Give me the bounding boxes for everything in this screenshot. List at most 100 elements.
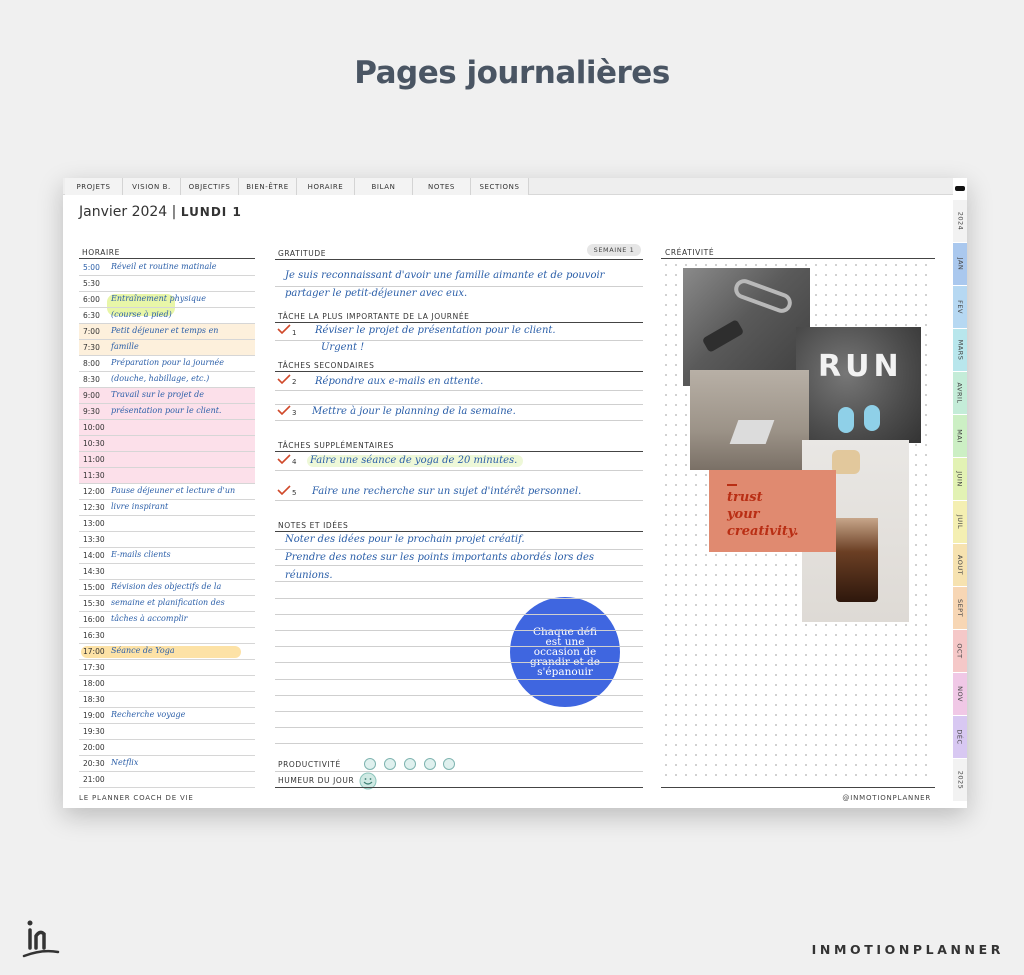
schedule-row[interactable]: 13:00	[79, 516, 255, 532]
side-tab-nov[interactable]: NOV	[953, 673, 967, 715]
productivity-face-4-icon[interactable]	[424, 758, 436, 770]
brand-name: INMOTIONPLANNER	[811, 942, 1004, 957]
schedule-time: 13:00	[83, 519, 105, 528]
schedule-row[interactable]: 14:30	[79, 564, 255, 580]
schedule-time: 8:30	[83, 375, 100, 384]
shoe-left	[838, 407, 854, 433]
task-number: 5	[292, 489, 297, 497]
trust-line-2: your	[727, 507, 760, 522]
schedule-row[interactable]: 12:00 Pause déjeuner et lecture d'un	[79, 484, 255, 500]
tab-bien-etre[interactable]: BIEN-ÊTRE	[239, 178, 297, 195]
check-icon[interactable]	[277, 374, 291, 384]
notes-line	[275, 613, 643, 615]
notes-line	[275, 630, 643, 631]
side-tab-2024[interactable]: 2024	[953, 200, 967, 242]
task-number: 1	[292, 329, 297, 337]
shoe-right	[864, 405, 880, 431]
creativity-bottom-rule	[661, 787, 935, 788]
schedule-row[interactable]: 15:30 semaine et planification des	[79, 596, 255, 612]
schedule-row[interactable]: 11:00	[79, 452, 255, 468]
side-tab-label: NOV	[956, 686, 964, 702]
check-icon[interactable]	[277, 324, 291, 334]
schedule-row[interactable]: 14:00 E-mails clients	[79, 548, 255, 564]
side-tab-fev[interactable]: FEV	[953, 286, 967, 328]
main-task-line-1: Réviser le projet de présentation pour l…	[315, 325, 556, 336]
schedule-row[interactable]: 15:00 Révision des objectifs de la	[79, 580, 255, 596]
schedule-row[interactable]: 13:30	[79, 532, 255, 548]
schedule-row[interactable]: 18:00	[79, 676, 255, 692]
schedule-row[interactable]: 21:00	[79, 772, 255, 788]
schedule-row[interactable]: 12:30 livre inspirant	[79, 500, 255, 516]
side-tab-label: 2025	[956, 770, 965, 790]
schedule-time: 13:30	[83, 535, 105, 544]
schedule-row[interactable]: 20:30 Netflix	[79, 756, 255, 772]
schedule-time: 9:30	[83, 407, 100, 416]
schedule-row[interactable]: 16:30	[79, 628, 255, 644]
productivity-face-5-icon[interactable]	[443, 758, 455, 770]
side-tab-jan[interactable]: JAN	[953, 243, 967, 285]
tab-bilan[interactable]: BILAN	[355, 178, 413, 195]
schedule-row[interactable]: 7:30 famille	[79, 340, 255, 356]
schedule-row[interactable]: 16:00 tâches à accomplir	[79, 612, 255, 628]
schedule-time: 7:00	[83, 327, 100, 336]
schedule-time: 18:30	[83, 695, 105, 704]
schedule-row[interactable]: 17:00 Séance de Yoga	[79, 644, 255, 660]
tab-notes[interactable]: NOTES	[413, 178, 471, 195]
schedule-row[interactable]: 6:00 Entraînement physique	[79, 292, 255, 308]
footer-right: @INMOTIONPLANNER	[842, 794, 931, 802]
extra-title: TÂCHES SUPPLÉMENTAIRES	[278, 441, 395, 450]
schedule-row[interactable]: 20:00	[79, 740, 255, 756]
schedule-row[interactable]: 8:30 (douche, habillage, etc.)	[79, 372, 255, 388]
tab-vision[interactable]: VISION B.	[123, 178, 181, 195]
side-tab-oct[interactable]: OCT	[953, 630, 967, 672]
notes-line	[275, 565, 643, 567]
tab-projets[interactable]: PROJETS	[65, 178, 123, 195]
schedule-row[interactable]: 18:30	[79, 692, 255, 708]
extra-task-1: Faire une séance de yoga de 20 minutes.	[310, 455, 518, 466]
side-tab-juil[interactable]: JUIL	[953, 501, 967, 543]
schedule-row[interactable]: 5:00 Réveil et routine matinale	[79, 260, 255, 276]
schedule-note: (douche, habillage, etc.)	[111, 374, 210, 383]
schedule-time: 8:00	[83, 359, 100, 368]
side-tab-mars[interactable]: MARS	[953, 329, 967, 371]
schedule-row[interactable]: 9:30 présentation pour le client.	[79, 404, 255, 420]
line	[275, 404, 643, 405]
side-tab-label: FEV	[955, 300, 964, 314]
check-icon[interactable]	[277, 454, 291, 464]
schedule-time: 12:00	[83, 487, 105, 496]
page-title: Pages journalières	[354, 55, 670, 91]
task-number: 2	[292, 378, 297, 386]
productivity-face-1-icon[interactable]	[364, 758, 376, 770]
schedule-note: présentation pour le client.	[111, 406, 222, 415]
schedule-row[interactable]: 10:00	[79, 420, 255, 436]
side-tab-mai[interactable]: MAI	[953, 415, 967, 457]
footer-left: LE PLANNER COACH DE VIE	[79, 794, 194, 802]
mood-label: HUMEUR DU JOUR	[278, 776, 355, 785]
notes-line	[275, 597, 643, 599]
tab-sections[interactable]: SECTIONS	[471, 178, 529, 195]
side-tab-aout[interactable]: AOUT	[953, 544, 967, 586]
schedule-row[interactable]: 8:00 Préparation pour la journée	[79, 356, 255, 372]
schedule-row[interactable]: 11:30	[79, 468, 255, 484]
side-tab-2025[interactable]: 2025	[953, 759, 967, 801]
bookmark-marker[interactable]	[955, 186, 965, 191]
tab-horaire[interactable]: HORAIRE	[297, 178, 355, 195]
schedule-row[interactable]: 19:00 Recherche voyage	[79, 708, 255, 724]
schedule-row[interactable]: 9:00 Travail sur le projet de	[79, 388, 255, 404]
productivity-face-3-icon[interactable]	[404, 758, 416, 770]
schedule-row[interactable]: 5:30	[79, 276, 255, 292]
check-icon[interactable]	[277, 485, 291, 495]
side-tab-avril[interactable]: AVRIL	[953, 372, 967, 414]
side-tab-juin[interactable]: JUIN	[953, 458, 967, 500]
schedule-row[interactable]: 6:30 (course à pied)	[79, 308, 255, 324]
side-tab-sept[interactable]: SEPT	[953, 587, 967, 629]
schedule-time: 17:00	[83, 647, 105, 656]
schedule-row[interactable]: 19:30	[79, 724, 255, 740]
schedule-row[interactable]: 17:30	[79, 660, 255, 676]
check-icon[interactable]	[277, 405, 291, 415]
side-tab-déc[interactable]: DÉC	[953, 716, 967, 758]
schedule-row[interactable]: 10:30	[79, 436, 255, 452]
tab-objectifs[interactable]: OBJECTIFS	[181, 178, 239, 195]
productivity-face-2-icon[interactable]	[384, 758, 396, 770]
schedule-row[interactable]: 7:00 Petit déjeuner et temps en	[79, 324, 255, 340]
